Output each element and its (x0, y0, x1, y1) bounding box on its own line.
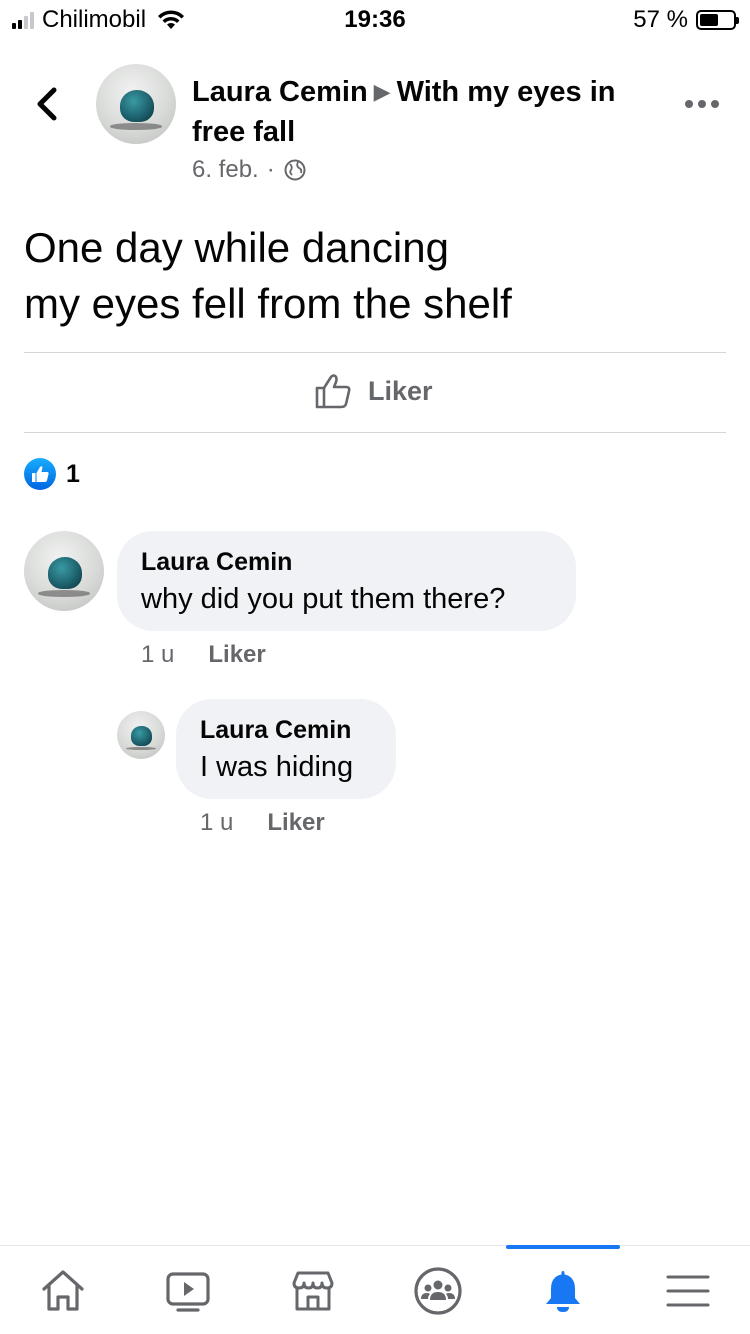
reply-text: I was hiding (200, 751, 354, 783)
comment-text: why did you put them there? (141, 583, 506, 615)
reply-bubble[interactable]: Laura Cemin I was hiding (176, 699, 396, 799)
meta-separator: · (266, 156, 275, 183)
home-icon (41, 1269, 84, 1311)
post-title: Laura Cemin ▶ With my eyes in free fall (192, 72, 632, 152)
reaction-summary[interactable]: 1 (24, 458, 80, 490)
video-icon (165, 1271, 210, 1312)
post-date[interactable]: 6. feb. (192, 156, 259, 184)
tab-notifications[interactable] (500, 1246, 625, 1334)
reply-avatar[interactable] (117, 711, 165, 759)
menu-icon (666, 1275, 709, 1306)
post-meta: 6. feb. · (192, 156, 307, 184)
tab-groups[interactable] (375, 1246, 500, 1334)
post-text: One day while dancing my eyes fell from … (24, 220, 724, 332)
reaction-count: 1 (66, 459, 80, 488)
post-text-line: One day while dancing (24, 224, 449, 271)
tab-home[interactable] (0, 1246, 125, 1334)
divider (24, 352, 726, 353)
tab-marketplace[interactable] (250, 1246, 375, 1334)
groups-icon (413, 1266, 462, 1315)
globe-icon (284, 159, 306, 181)
thumbs-up-icon (315, 374, 351, 409)
arrow-icon: ▶ (373, 79, 391, 104)
tab-bar (0, 1245, 750, 1334)
like-button[interactable]: Liker (314, 372, 433, 410)
commenter-avatar[interactable] (24, 531, 104, 611)
battery-icon (696, 10, 739, 30)
active-tab-indicator (506, 1245, 620, 1249)
more-options-icon[interactable] (684, 92, 720, 116)
status-right: 57 % (633, 6, 739, 34)
battery-percent: 57 % (633, 6, 688, 33)
author-avatar[interactable] (96, 64, 176, 144)
tab-video[interactable] (125, 1246, 250, 1334)
comment-bubble[interactable]: Laura Cemin why did you put them there? (117, 531, 576, 631)
reply-like-button[interactable]: Liker (267, 809, 324, 837)
tab-menu[interactable] (625, 1246, 750, 1334)
notifications-icon (545, 1270, 580, 1312)
marketplace-icon (292, 1271, 333, 1310)
like-label: Liker (368, 375, 433, 406)
status-bar: Chilimobil 19:36 57 % (0, 0, 750, 40)
divider (24, 432, 726, 433)
comment-time: 1 u (141, 641, 175, 668)
comment-author[interactable]: Laura Cemin (141, 545, 552, 579)
reply-meta: 1 u Liker (200, 809, 325, 837)
comment-like-button[interactable]: Liker (208, 641, 265, 669)
author-name[interactable]: Laura Cemin (192, 76, 368, 108)
like-reaction-icon (24, 458, 56, 490)
reply-time: 1 u (200, 809, 234, 836)
reply-author[interactable]: Laura Cemin (200, 713, 372, 747)
post-text-line: my eyes fell from the shelf (24, 280, 512, 327)
back-icon[interactable] (30, 84, 64, 124)
comment-meta: 1 u Liker (141, 641, 266, 669)
